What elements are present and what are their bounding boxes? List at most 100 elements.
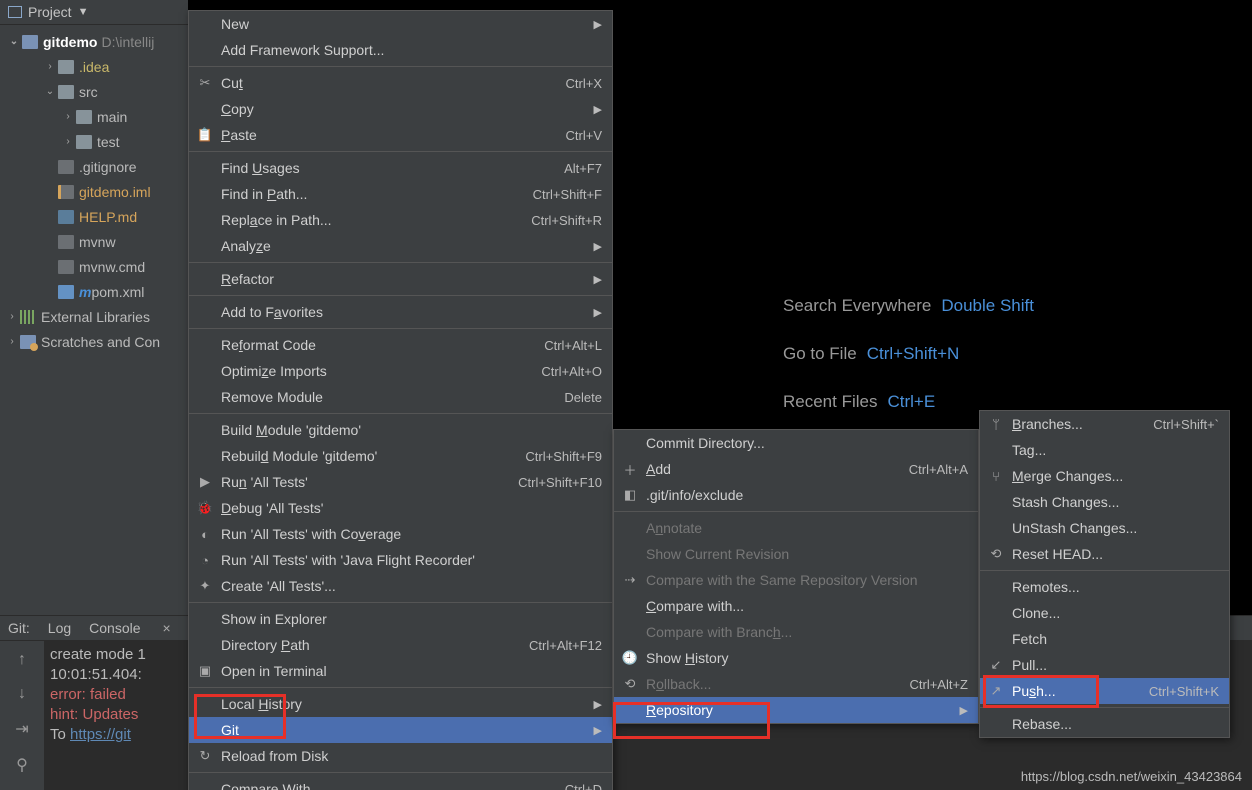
menu-item[interactable]: ⑂Merge Changes... xyxy=(980,463,1229,489)
menu-item[interactable]: ◐Run 'All Tests' with Coverage xyxy=(189,521,612,547)
tree-item[interactable]: HELP.md xyxy=(0,204,188,229)
menu-item[interactable]: ＋AddCtrl+Alt+A xyxy=(614,456,978,482)
tree-item[interactable]: mvnw.cmd xyxy=(0,254,188,279)
pin-icon[interactable]: ⚲ xyxy=(16,755,28,775)
menu-label: Create 'All Tests'... xyxy=(221,578,602,594)
menu-item[interactable]: Analyze▶ xyxy=(189,233,612,259)
hint-search: Search Everywhere xyxy=(783,296,931,315)
hint-recent-key: Ctrl+E xyxy=(887,392,935,411)
menu-item[interactable]: Copy▶ xyxy=(189,96,612,122)
menu-item[interactable]: Replace in Path...Ctrl+Shift+R xyxy=(189,207,612,233)
menu-shortcut: Delete xyxy=(564,390,602,405)
menu-item[interactable]: Compare With...Ctrl+D xyxy=(189,776,612,790)
menu-item[interactable]: Fetch xyxy=(980,626,1229,652)
tree-item[interactable]: ›main xyxy=(0,104,188,129)
menu-label: Push... xyxy=(1012,683,1119,699)
menu-item[interactable]: ᛘBranches...Ctrl+Shift+` xyxy=(980,411,1229,437)
menu-item[interactable]: ↗Push...Ctrl+Shift+K xyxy=(980,678,1229,704)
tree-item[interactable]: gitdemo.iml xyxy=(0,179,188,204)
project-header[interactable]: Project ▼ xyxy=(0,0,188,25)
menu-icon: 🐞 xyxy=(195,500,215,516)
menu-item[interactable]: Commit Directory... xyxy=(614,430,978,456)
submenu-icon: ▶ xyxy=(960,704,968,717)
menu-item[interactable]: Reformat CodeCtrl+Alt+L xyxy=(189,332,612,358)
close-icon[interactable]: × xyxy=(163,620,171,636)
menu-icon: ↻ xyxy=(195,748,215,764)
menu-item[interactable]: UnStash Changes... xyxy=(980,515,1229,541)
menu-item[interactable]: Git▶ xyxy=(189,717,612,743)
menu-shortcut: Ctrl+Shift+` xyxy=(1153,417,1219,432)
menu-item[interactable]: Refactor▶ xyxy=(189,266,612,292)
menu-shortcut: Ctrl+Shift+K xyxy=(1149,684,1219,699)
expand-icon[interactable]: ⌄ xyxy=(6,36,22,47)
tree-item[interactable]: mvnw xyxy=(0,229,188,254)
external-libraries[interactable]: › External Libraries xyxy=(0,304,188,329)
menu-item[interactable]: Find UsagesAlt+F7 xyxy=(189,155,612,181)
menu-item[interactable]: Build Module 'gitdemo' xyxy=(189,417,612,443)
expand-icon[interactable]: › xyxy=(4,311,20,322)
menu-item[interactable]: Compare with... xyxy=(614,593,978,619)
tree-label: test xyxy=(97,134,120,150)
tree-item[interactable]: ›.idea xyxy=(0,54,188,79)
tree-root[interactable]: ⌄ gitdemo D:\intellij xyxy=(0,29,188,54)
tree-item[interactable]: .gitignore xyxy=(0,154,188,179)
menu-item[interactable]: Rebase... xyxy=(980,711,1229,737)
menu-icon: 📋 xyxy=(195,127,215,143)
scratches[interactable]: › Scratches and Con xyxy=(0,329,188,354)
git-tab-console[interactable]: Console xyxy=(89,620,140,636)
git-tab-log[interactable]: Log xyxy=(48,620,71,636)
menu-item[interactable]: Remotes... xyxy=(980,574,1229,600)
menu-label: Git xyxy=(221,722,574,738)
expand-icon[interactable]: ⌄ xyxy=(42,86,58,97)
menu-item[interactable]: New▶ xyxy=(189,11,612,37)
menu-item[interactable]: Repository▶ xyxy=(614,697,978,723)
menu-item[interactable]: Local History▶ xyxy=(189,691,612,717)
menu-item[interactable]: 🕘Show History xyxy=(614,645,978,671)
wrap-icon[interactable]: ⇥ xyxy=(15,719,28,739)
expand-icon[interactable]: › xyxy=(60,136,76,147)
menu-item[interactable]: ◧.git/info/exclude xyxy=(614,482,978,508)
menu-item[interactable]: Stash Changes... xyxy=(980,489,1229,515)
menu-icon: ◔ xyxy=(195,553,215,568)
menu-item: Compare with Branch... xyxy=(614,619,978,645)
menu-item[interactable]: Tag... xyxy=(980,437,1229,463)
tree-item[interactable]: › test xyxy=(0,129,188,154)
tree-item[interactable]: ⌄src xyxy=(0,79,188,104)
menu-item[interactable]: ✂CutCtrl+X xyxy=(189,70,612,96)
menu-item[interactable]: ↻Reload from Disk xyxy=(189,743,612,769)
menu-item[interactable]: Find in Path...Ctrl+Shift+F xyxy=(189,181,612,207)
menu-item[interactable]: ◔Run 'All Tests' with 'Java Flight Recor… xyxy=(189,547,612,573)
root-name: gitdemo xyxy=(43,34,97,50)
menu-item[interactable]: Optimize ImportsCtrl+Alt+O xyxy=(189,358,612,384)
arrow-down-icon[interactable]: ↓ xyxy=(18,685,26,703)
menu-label: Clone... xyxy=(1012,605,1219,621)
folder-icon xyxy=(76,110,92,124)
submenu-icon: ▶ xyxy=(594,18,602,31)
menu-item[interactable]: Clone... xyxy=(980,600,1229,626)
menu-icon: 🕘 xyxy=(620,650,640,666)
menu-item[interactable]: Add Framework Support... xyxy=(189,37,612,63)
menu-item[interactable]: ⟲Reset HEAD... xyxy=(980,541,1229,567)
menu-item[interactable]: Show in Explorer xyxy=(189,606,612,632)
expand-icon[interactable]: › xyxy=(42,61,58,72)
menu-label: Directory Path xyxy=(221,637,499,653)
menu-item[interactable]: ▣Open in Terminal xyxy=(189,658,612,684)
expand-icon[interactable]: › xyxy=(60,111,76,122)
menu-item[interactable]: ▶Run 'All Tests'Ctrl+Shift+F10 xyxy=(189,469,612,495)
menu-item[interactable]: ↙Pull... xyxy=(980,652,1229,678)
menu-item[interactable]: Rebuild Module 'gitdemo'Ctrl+Shift+F9 xyxy=(189,443,612,469)
menu-item[interactable]: Remove ModuleDelete xyxy=(189,384,612,410)
menu-item[interactable]: 📋PasteCtrl+V xyxy=(189,122,612,148)
menu-item[interactable]: Directory PathCtrl+Alt+F12 xyxy=(189,632,612,658)
menu-item[interactable]: ✦Create 'All Tests'... xyxy=(189,573,612,599)
library-icon xyxy=(20,310,36,324)
submenu-icon: ▶ xyxy=(594,103,602,116)
menu-item[interactable]: 🐞Debug 'All Tests' xyxy=(189,495,612,521)
arrow-up-icon[interactable]: ↑ xyxy=(18,651,26,669)
menu-shortcut: Ctrl+Shift+R xyxy=(531,213,602,228)
menu-item[interactable]: Add to Favorites▶ xyxy=(189,299,612,325)
menu-label: UnStash Changes... xyxy=(1012,520,1219,536)
tree-item[interactable]: m pom.xml xyxy=(0,279,188,304)
expand-icon[interactable]: › xyxy=(4,336,20,347)
menu-shortcut: Ctrl+Shift+F10 xyxy=(518,475,602,490)
